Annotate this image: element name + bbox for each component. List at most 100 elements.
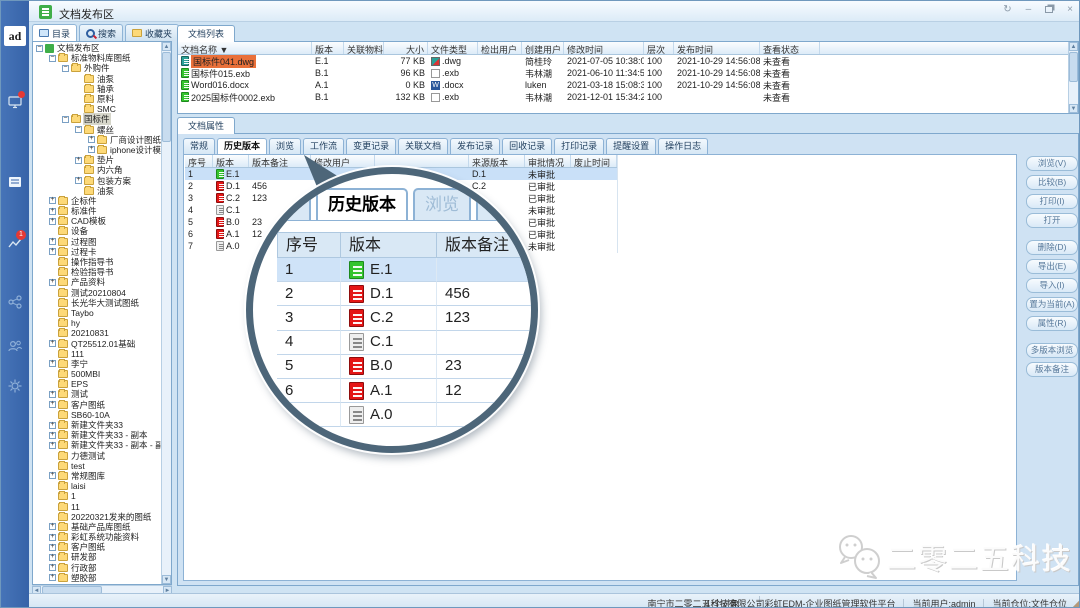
tab-浏览[interactable]: 浏览	[269, 138, 301, 154]
resize-grip[interactable]: ◢	[1072, 597, 1080, 608]
column-header[interactable]: 查看状态	[760, 42, 820, 54]
tab-历史版本[interactable]: 历史版本	[217, 138, 267, 154]
collapse-icon[interactable]: −	[36, 45, 43, 52]
expand-icon[interactable]: +	[75, 177, 82, 184]
close-button[interactable]: ×	[1067, 4, 1073, 15]
collapse-icon[interactable]: −	[49, 55, 56, 62]
column-header[interactable]: 版本	[312, 42, 344, 54]
tab-提醒设置[interactable]: 提醒设置	[606, 138, 656, 154]
column-header[interactable]: 来源版本	[469, 155, 525, 167]
column-header[interactable]: 审批情况	[525, 155, 571, 167]
column-header[interactable]: 文档名称 ▼	[178, 42, 312, 54]
expand-icon[interactable]: +	[49, 422, 56, 429]
tree-vertical-scrollbar[interactable]: ▲ ▼	[161, 42, 171, 584]
column-header[interactable]: 废止时间	[571, 155, 617, 167]
tree-item[interactable]: EPS	[34, 379, 162, 389]
collapse-icon[interactable]: −	[75, 126, 82, 133]
expand-icon[interactable]: +	[49, 208, 56, 215]
tree-item[interactable]: 油泵	[34, 186, 162, 196]
doc-list-panel-tab[interactable]: 文档列表	[177, 25, 235, 42]
tree-item[interactable]: +iphone设计模板	[34, 145, 162, 155]
expand-icon[interactable]: +	[88, 136, 95, 143]
gear-icon[interactable]	[7, 378, 23, 394]
tree-item[interactable]: +QT25512.01基础	[34, 338, 162, 348]
tab-search[interactable]: 搜索	[79, 24, 123, 41]
expand-icon[interactable]: +	[49, 218, 56, 225]
table-row[interactable]: 国标件015.exbB.196 KB.exb韦林潮2021-06-10 11:3…	[178, 67, 1078, 79]
expand-icon[interactable]: +	[49, 248, 56, 255]
tab-打印记录[interactable]: 打印记录	[554, 138, 604, 154]
tree-item[interactable]: 原料	[34, 94, 162, 104]
table-row[interactable]: 2025国标件0002.exbB.1132 KB.exb韦林潮2021-12-0…	[178, 91, 1078, 103]
tree-item[interactable]: +客户图纸	[34, 542, 162, 552]
tree-item[interactable]: 长光华大测试图纸	[34, 298, 162, 308]
action-button[interactable]: 打开	[1026, 213, 1078, 228]
tab-favorites[interactable]: 收藏夹	[125, 24, 179, 41]
expand-icon[interactable]: +	[49, 534, 56, 541]
tree-item[interactable]: 设备	[34, 226, 162, 236]
action-button[interactable]: 置为当前(A)	[1026, 297, 1078, 312]
tree-item[interactable]: +常规图库	[34, 471, 162, 481]
documents-icon[interactable]	[7, 174, 23, 190]
share-icon[interactable]	[7, 294, 23, 310]
action-button[interactable]: 删除(D)	[1026, 240, 1078, 255]
expand-icon[interactable]: +	[49, 238, 56, 245]
expand-icon[interactable]: +	[49, 442, 56, 449]
expand-icon[interactable]: +	[75, 157, 82, 164]
tree-item[interactable]: 力德测试	[34, 451, 162, 461]
action-button[interactable]: 版本备注	[1026, 362, 1078, 377]
tab-directory[interactable]: 目录	[32, 24, 77, 41]
column-header[interactable]: 序号	[185, 155, 213, 167]
restore-button[interactable]	[1045, 6, 1053, 13]
tab-操作日志[interactable]: 操作日志	[658, 138, 708, 154]
users-icon[interactable]	[7, 338, 23, 354]
tree-item[interactable]: hy	[34, 318, 162, 328]
tree-item[interactable]: +行政部	[34, 563, 162, 573]
expand-icon[interactable]: +	[49, 401, 56, 408]
expand-icon[interactable]: +	[49, 340, 56, 347]
expand-icon[interactable]: +	[49, 360, 56, 367]
tree-item[interactable]: +塑胶部	[34, 573, 162, 583]
tree-item[interactable]: +CAD模板	[34, 216, 162, 226]
column-header[interactable]: 创建用户	[522, 42, 564, 54]
expand-icon[interactable]: +	[49, 564, 56, 571]
column-header[interactable]: 文件类型	[428, 42, 478, 54]
column-header[interactable]: 层次	[644, 42, 674, 54]
column-header[interactable]: 检出用户	[478, 42, 522, 54]
tab-回收记录[interactable]: 回收记录	[502, 138, 552, 154]
tree-item[interactable]: +企标件	[34, 196, 162, 206]
column-header[interactable]	[375, 155, 469, 167]
action-button[interactable]: 浏览(V)	[1026, 156, 1078, 171]
action-button[interactable]: 多版本浏览	[1026, 343, 1078, 358]
tree-item[interactable]: laisi	[34, 481, 162, 491]
tree-item[interactable]: +过程图	[34, 237, 162, 247]
tree-item[interactable]: +研发部	[34, 552, 162, 562]
action-button[interactable]: 导入(I)	[1026, 278, 1078, 293]
expand-icon[interactable]: +	[88, 146, 95, 153]
expand-icon[interactable]: +	[49, 279, 56, 286]
tab-常规[interactable]: 常规	[183, 138, 215, 154]
tree-item[interactable]: 500MBI	[34, 369, 162, 379]
table-row[interactable]: 国标件041.dwgE.177 KB.dwg简桂玲2021-07-05 10:3…	[178, 55, 1078, 67]
tree-item[interactable]: +李宁	[34, 359, 162, 369]
column-header[interactable]: 发布时间	[674, 42, 760, 54]
tree-item[interactable]: 1	[34, 491, 162, 501]
tree-item[interactable]: +客户图纸	[34, 400, 162, 410]
action-button[interactable]: 导出(E)	[1026, 259, 1078, 274]
expand-icon[interactable]: +	[49, 391, 56, 398]
expand-icon[interactable]: +	[49, 472, 56, 479]
tab-变更记录[interactable]: 变更记录	[346, 138, 396, 154]
action-button[interactable]: 属性(R)	[1026, 316, 1078, 331]
refresh-icon[interactable]: ↻	[1003, 4, 1011, 15]
column-header[interactable]: 关联物料	[344, 42, 384, 54]
expand-icon[interactable]: +	[49, 544, 56, 551]
collapse-icon[interactable]: −	[62, 65, 69, 72]
expand-icon[interactable]: +	[49, 554, 56, 561]
minimize-button[interactable]: –	[1026, 4, 1032, 15]
expand-icon[interactable]: +	[49, 197, 56, 204]
column-header[interactable]: 版本	[213, 155, 249, 167]
doc-props-panel-tab[interactable]: 文档属性	[177, 117, 235, 134]
expand-icon[interactable]: +	[49, 432, 56, 439]
tab-关联文档[interactable]: 关联文档	[398, 138, 448, 154]
action-button[interactable]: 打印(I)	[1026, 194, 1078, 209]
